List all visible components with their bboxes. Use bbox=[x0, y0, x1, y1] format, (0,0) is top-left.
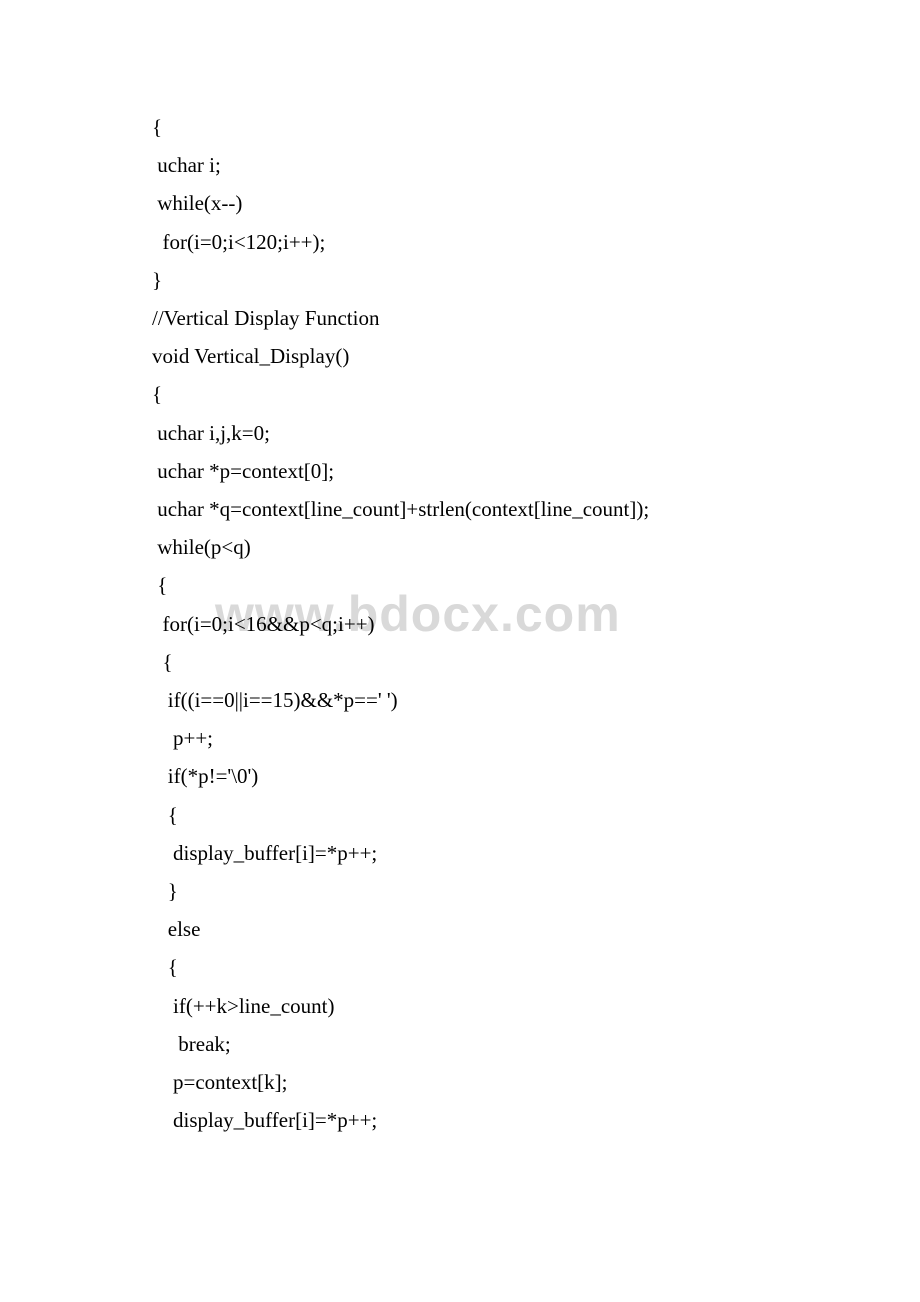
code-line: if(*p!='\0') bbox=[152, 757, 920, 795]
code-line: uchar i,j,k=0; bbox=[152, 414, 920, 452]
code-line: while(p<q) bbox=[152, 528, 920, 566]
code-line: } bbox=[152, 872, 920, 910]
code-line: { bbox=[152, 375, 920, 413]
code-line: if((i==0||i==15)&&*p==' ') bbox=[152, 681, 920, 719]
code-line: //Vertical Display Function bbox=[152, 299, 920, 337]
code-line: { bbox=[152, 108, 920, 146]
code-line: for(i=0;i<120;i++); bbox=[152, 223, 920, 261]
code-line: for(i=0;i<16&&p<q;i++) bbox=[152, 605, 920, 643]
code-line: display_buffer[i]=*p++; bbox=[152, 834, 920, 872]
code-line: display_buffer[i]=*p++; bbox=[152, 1101, 920, 1139]
code-line: break; bbox=[152, 1025, 920, 1063]
code-line: { bbox=[152, 796, 920, 834]
code-line: if(++k>line_count) bbox=[152, 987, 920, 1025]
code-line: p=context[k]; bbox=[152, 1063, 920, 1101]
code-line: { bbox=[152, 948, 920, 986]
code-line: { bbox=[152, 566, 920, 604]
code-line: uchar *q=context[line_count]+strlen(cont… bbox=[152, 490, 920, 528]
code-line: p++; bbox=[152, 719, 920, 757]
code-line: { bbox=[152, 643, 920, 681]
code-line: } bbox=[152, 261, 920, 299]
code-line: uchar i; bbox=[152, 146, 920, 184]
code-line: while(x--) bbox=[152, 184, 920, 222]
code-line: else bbox=[152, 910, 920, 948]
code-block: { uchar i; while(x--) for(i=0;i<120;i++)… bbox=[152, 108, 920, 1139]
code-line: uchar *p=context[0]; bbox=[152, 452, 920, 490]
code-line: void Vertical_Display() bbox=[152, 337, 920, 375]
